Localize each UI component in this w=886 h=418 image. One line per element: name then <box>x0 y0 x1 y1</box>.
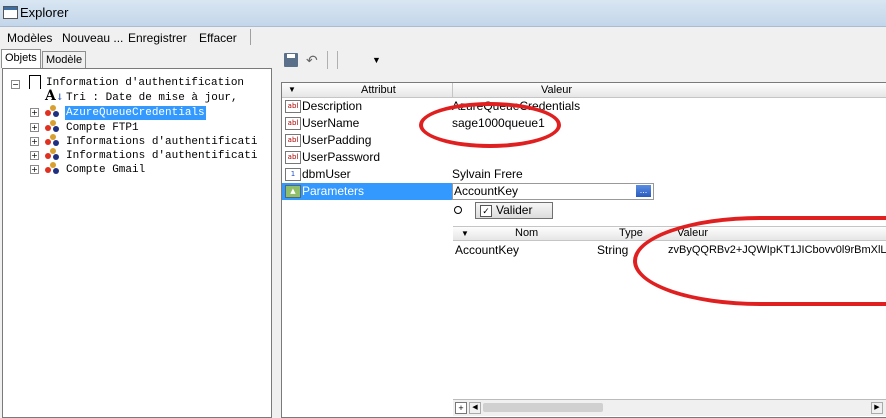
property-row[interactable]: abl Description AzureQueueCredentials <box>282 98 886 115</box>
text-field-icon: abl <box>285 117 301 130</box>
right-panel: ↶ ▼ ▼ Attribut Valeur abl Description Az… <box>279 48 886 418</box>
tab-objets[interactable]: Objets <box>1 49 41 68</box>
radio-icon[interactable] <box>454 206 462 214</box>
menu-separator <box>250 29 251 45</box>
toolbar-separator <box>327 51 328 69</box>
scroll-right-icon[interactable]: ▶ <box>871 402 883 414</box>
text-field-icon: abl <box>285 151 301 164</box>
sort-arrow-icon[interactable]: ▼ <box>288 83 296 97</box>
grid-header: ▼ Attribut Valeur <box>282 83 886 98</box>
image-icon: ▲ <box>285 185 301 198</box>
save-icon[interactable] <box>284 53 298 67</box>
annotation-oval <box>633 216 886 306</box>
credentials-icon <box>45 120 59 132</box>
property-row[interactable]: abl UserName sage1000queue1 <box>282 115 886 132</box>
property-value[interactable]: AccountKey <box>454 183 518 200</box>
property-row[interactable]: abl UserPadding <box>282 132 886 149</box>
property-toolbar: ↶ ▼ <box>279 48 886 74</box>
scroll-left-icon[interactable]: ◀ <box>469 402 481 414</box>
property-name: dbmUser <box>302 167 351 181</box>
menu-enregistrer[interactable]: Enregistrer <box>128 31 187 45</box>
window-title: Explorer <box>20 5 69 20</box>
header-valeur[interactable]: Valeur <box>541 83 572 97</box>
subgrid-scrollbar[interactable]: + ◀ ▶ <box>453 399 886 416</box>
sort-icon: A↓ <box>45 88 64 104</box>
app-icon <box>3 6 18 19</box>
dropdown-arrow-icon[interactable]: ▼ <box>372 53 386 67</box>
menu-nouveau[interactable]: Nouveau ... <box>62 31 123 45</box>
property-row[interactable]: 1 dbmUser Sylvain Frere <box>282 166 886 183</box>
tree-item-ftp1[interactable]: Compte FTP1 <box>66 121 139 135</box>
tree-item-gmail[interactable]: Compte Gmail <box>66 163 145 177</box>
tree-item-info-2[interactable]: Informations d'authentificati <box>66 149 257 163</box>
number-field-icon: 1 <box>285 168 301 181</box>
property-name: UserPassword <box>302 150 381 164</box>
credentials-icon <box>45 134 59 146</box>
validate-label: Valider <box>496 203 533 217</box>
credentials-icon <box>45 105 59 117</box>
property-row[interactable]: abl UserPassword <box>282 149 886 166</box>
credentials-icon <box>45 162 59 174</box>
expand-icon[interactable]: + <box>30 123 39 132</box>
property-value[interactable]: Sylvain Frere <box>452 166 523 183</box>
folder-icon <box>29 75 41 89</box>
text-field-icon: abl <box>285 100 301 113</box>
menu-bar: Modèles Nouveau ... Enregistrer Effacer <box>0 27 886 47</box>
undo-icon[interactable]: ↶ <box>306 53 320 67</box>
tree-item-sort[interactable]: Tri : Date de mise à jour, <box>66 91 238 105</box>
toolbar-separator <box>337 51 338 69</box>
header-type[interactable]: Type <box>619 227 643 240</box>
scroll-thumb[interactable] <box>483 403 603 412</box>
title-bar: Explorer <box>0 0 886 27</box>
expand-icon[interactable]: + <box>30 137 39 146</box>
header-nom[interactable]: Nom <box>515 227 538 240</box>
header-attribut[interactable]: Attribut <box>361 83 396 97</box>
validate-button[interactable]: ✓ Valider <box>475 202 553 219</box>
property-name: UserPadding <box>302 133 372 147</box>
add-row-button[interactable]: + <box>455 402 467 414</box>
tree-item-azurequeue[interactable]: AzureQueueCredentials <box>65 106 206 120</box>
param-name: AccountKey <box>455 243 520 257</box>
menu-effacer[interactable]: Effacer <box>199 31 237 45</box>
check-icon: ✓ <box>480 205 492 217</box>
property-name: Description <box>302 99 363 113</box>
expand-icon[interactable]: + <box>30 165 39 174</box>
left-panel: Objets Modèle − Information d'authentifi… <box>0 48 275 418</box>
expand-icon[interactable]: + <box>30 151 39 160</box>
annotation-oval <box>419 102 561 148</box>
property-name: UserName <box>302 116 360 130</box>
object-tree[interactable]: − Information d'authentification A↓ Tri … <box>2 68 272 418</box>
property-name: Parameters <box>302 184 365 198</box>
collapse-icon[interactable]: − <box>11 80 20 89</box>
tab-modele[interactable]: Modèle <box>42 51 87 68</box>
text-field-icon: abl <box>285 134 301 147</box>
sort-arrow-icon[interactable]: ▼ <box>461 227 469 240</box>
property-row-selected[interactable]: ▲ Parameters AccountKey ... <box>282 183 886 200</box>
param-type: String <box>597 243 629 257</box>
expand-icon[interactable]: + <box>30 108 39 117</box>
tree-item-info-1[interactable]: Informations d'authentificati <box>66 135 257 149</box>
credentials-icon <box>45 148 59 160</box>
tree-root-label[interactable]: Information d'authentification <box>46 76 244 90</box>
menu-modeles[interactable]: Modèles <box>7 31 52 45</box>
ellipsis-button[interactable]: ... <box>636 185 651 197</box>
